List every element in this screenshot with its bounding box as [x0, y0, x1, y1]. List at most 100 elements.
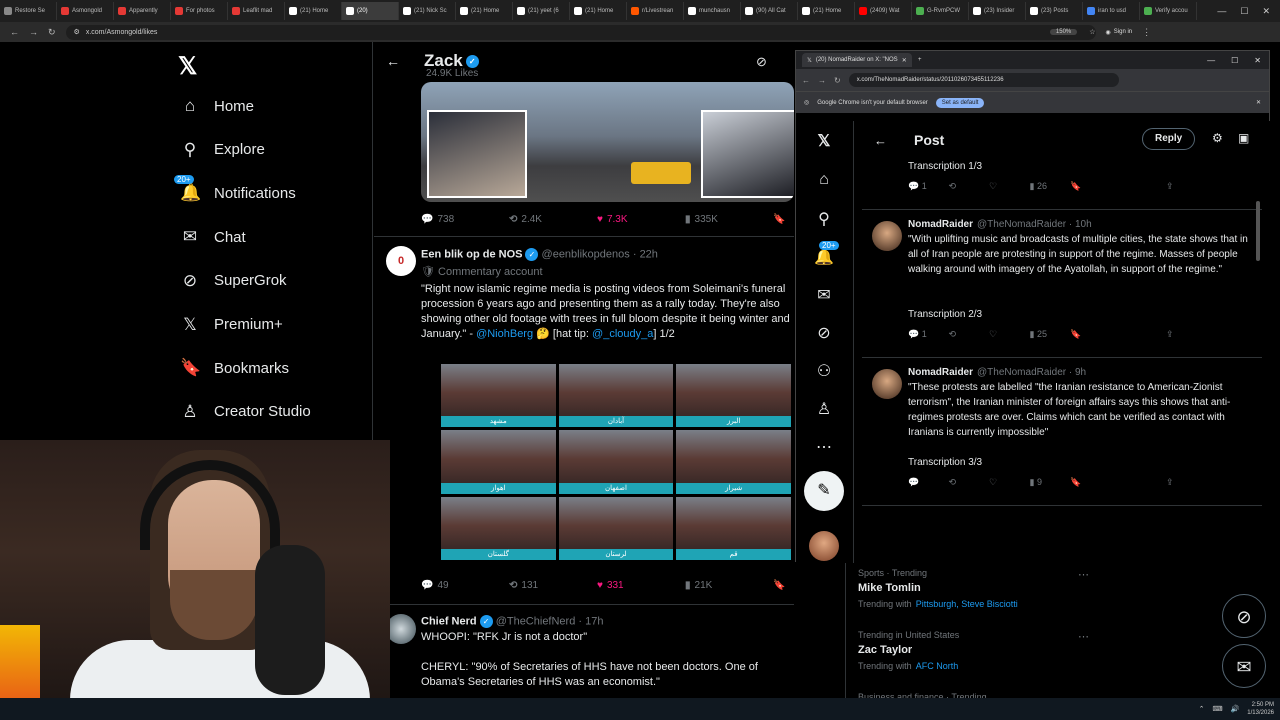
views-button[interactable]: ▮ 9	[1030, 477, 1071, 488]
sign-in-button[interactable]: ◉ Sign in	[1106, 29, 1133, 36]
communities-icon[interactable]: ⚇	[813, 361, 835, 381]
more-icon[interactable]: ⋯	[813, 437, 835, 457]
author-name[interactable]: NomadRaider	[908, 367, 973, 378]
network-icon[interactable]: ⌨	[1212, 705, 1222, 713]
zoom-indicator[interactable]: 150%	[1049, 29, 1078, 35]
bookmark-icon[interactable]: 🔖	[1070, 181, 1152, 192]
browser-tab[interactable]: For photos	[171, 2, 228, 20]
reply-button[interactable]: 💬 1	[908, 181, 949, 192]
reader-icon[interactable]: ▣	[1238, 131, 1249, 145]
repost-button[interactable]: ⟲	[949, 181, 990, 192]
tweet-time[interactable]: 9h	[1075, 367, 1086, 378]
tweet-time[interactable]: 22h	[640, 248, 658, 260]
browser-tab[interactable]: (21) yeet (6	[513, 2, 570, 20]
browser-tab[interactable]: Apparently	[114, 2, 171, 20]
author-handle[interactable]: @TheChiefNerd	[496, 615, 576, 627]
video-grid[interactable]: مشهد آبادان البرز اهواز اصفهان شیراز گلستان لرس…	[441, 364, 791, 560]
bell-icon[interactable]: 🔔 20+	[813, 241, 839, 267]
mention-link[interactable]: @NiohBerg	[476, 328, 533, 340]
close-window-icon[interactable]: ✕	[1254, 56, 1261, 65]
author-name[interactable]: Een blik op de NOS	[421, 248, 522, 260]
close-window-icon[interactable]: ✕	[1262, 6, 1270, 17]
back-arrow-icon[interactable]: ←	[386, 53, 400, 69]
mention-link-2[interactable]: @_cloudy_a	[592, 328, 653, 340]
browser-tab[interactable]: (21) Home	[570, 2, 627, 20]
tweet-time[interactable]: 10h	[1075, 219, 1092, 230]
browser-tab[interactable]: (20)	[342, 2, 399, 20]
browser-tab[interactable]: (90) All Cat	[741, 2, 798, 20]
video-tile[interactable]: آبادان	[558, 364, 674, 428]
user-avatar[interactable]	[809, 531, 839, 561]
compose-icon[interactable]: ✎	[804, 471, 844, 511]
close-tab-icon[interactable]: ✕	[902, 57, 907, 64]
nav-item-home[interactable]: ⌂ Home	[180, 96, 254, 116]
video-tile[interactable]: البرز	[676, 364, 791, 428]
repost-button[interactable]: ⟲	[949, 329, 990, 340]
bookmark-button[interactable]: 🔖	[773, 214, 785, 225]
video-tile[interactable]: اصفهان	[558, 430, 674, 494]
tweet-time[interactable]: 17h	[585, 615, 603, 627]
reply-button[interactable]: Reply	[1142, 128, 1196, 150]
popup-tab[interactable]: 𝕏 (20) NomadRaider on X: "NOS ✕	[802, 53, 912, 67]
browser-tab[interactable]: Asmongold	[57, 2, 114, 20]
bookmark-button[interactable]: 🔖	[773, 580, 785, 591]
author-name[interactable]: Chief Nerd	[421, 615, 477, 627]
video-tile[interactable]: شیراز	[676, 430, 791, 494]
address-bar[interactable]: ⚙ x.com/Asmongold/likes 150% ☆	[65, 24, 1096, 40]
repost-button[interactable]: ⟲ 2.4K	[509, 214, 597, 225]
share-icon[interactable]: ⇪	[1166, 181, 1248, 192]
avatar[interactable]	[872, 221, 902, 251]
more-icon[interactable]: ⋯	[1078, 630, 1089, 643]
browser-tab[interactable]: (21) Nick Sc	[399, 2, 456, 20]
views-button[interactable]: ▮ 335K	[685, 214, 773, 225]
repost-button[interactable]: ⟲ 131	[509, 580, 597, 591]
minimize-icon[interactable]: —	[1207, 56, 1215, 65]
like-button[interactable]: ♡	[989, 477, 1030, 488]
browser-tab[interactable]: Verify accou	[1140, 2, 1197, 20]
menu-icon[interactable]: ⋮	[1142, 27, 1151, 38]
browser-tab[interactable]: (21) Home	[456, 2, 513, 20]
mail-icon[interactable]: ✉	[813, 285, 835, 305]
nav-item-chat[interactable]: ✉ Chat	[180, 227, 246, 247]
reload-icon[interactable]: ↻	[834, 76, 841, 85]
avatar[interactable]	[872, 369, 902, 399]
video-tile[interactable]: قم	[676, 496, 791, 560]
browser-tab[interactable]: munchausn	[684, 2, 741, 20]
back-arrow-icon[interactable]: ←	[874, 133, 887, 148]
profile-icon[interactable]: ♙	[813, 399, 835, 419]
tweet-photo[interactable]	[421, 82, 794, 202]
like-button[interactable]: ♡	[989, 329, 1030, 340]
browser-tab[interactable]: r/Livestrean	[627, 2, 684, 20]
author-handle[interactable]: @TheNomadRaider	[977, 219, 1066, 230]
filter-icon[interactable]: ⚙	[1212, 131, 1223, 145]
repost-button[interactable]: ⟲	[949, 477, 990, 488]
bookmark-icon[interactable]: 🔖	[1070, 477, 1152, 488]
share-icon[interactable]: ⇪	[1166, 329, 1248, 340]
back-icon[interactable]: ←	[802, 76, 810, 85]
home-icon[interactable]: ⌂	[813, 171, 835, 189]
x-logo[interactable]: 𝕏	[813, 131, 835, 151]
reply-button[interactable]: 💬 1	[908, 329, 949, 340]
star-icon[interactable]: ☆	[1089, 28, 1095, 36]
reply-button[interactable]: 💬 738	[421, 214, 509, 225]
like-button[interactable]: ♥ 331	[597, 580, 685, 591]
avatar[interactable]	[386, 614, 416, 644]
like-button[interactable]: ♡	[989, 181, 1030, 192]
like-button[interactable]: ♥ 7.3K	[597, 214, 685, 225]
video-tile[interactable]: اهواز	[441, 430, 556, 494]
nav-item-notifications[interactable]: 🔔 20+ Notifications	[174, 175, 296, 203]
maximize-icon[interactable]: ☐	[1240, 6, 1248, 17]
trend-links[interactable]: Pittsburgh, Steve Bisciotti	[916, 599, 1018, 609]
browser-tab[interactable]: (2409) Wat	[855, 2, 912, 20]
clock[interactable]: 2:50 PM 1/13/2026	[1247, 701, 1274, 717]
maximize-icon[interactable]: ☐	[1231, 56, 1238, 65]
new-tab-icon[interactable]: +	[918, 57, 922, 63]
avatar[interactable]: 0	[386, 246, 416, 276]
grok-icon[interactable]: ⊘	[813, 323, 835, 343]
nav-item-creator-studio[interactable]: ♙ Creator Studio	[180, 402, 310, 422]
set-default-button[interactable]: Set as default	[935, 97, 985, 108]
views-button[interactable]: ▮ 26	[1030, 181, 1071, 192]
site-info-icon[interactable]: ⚙	[74, 28, 80, 36]
author-handle[interactable]: @TheNomadRaider	[977, 367, 1066, 378]
browser-tab[interactable]: (23) Insider	[969, 2, 1026, 20]
